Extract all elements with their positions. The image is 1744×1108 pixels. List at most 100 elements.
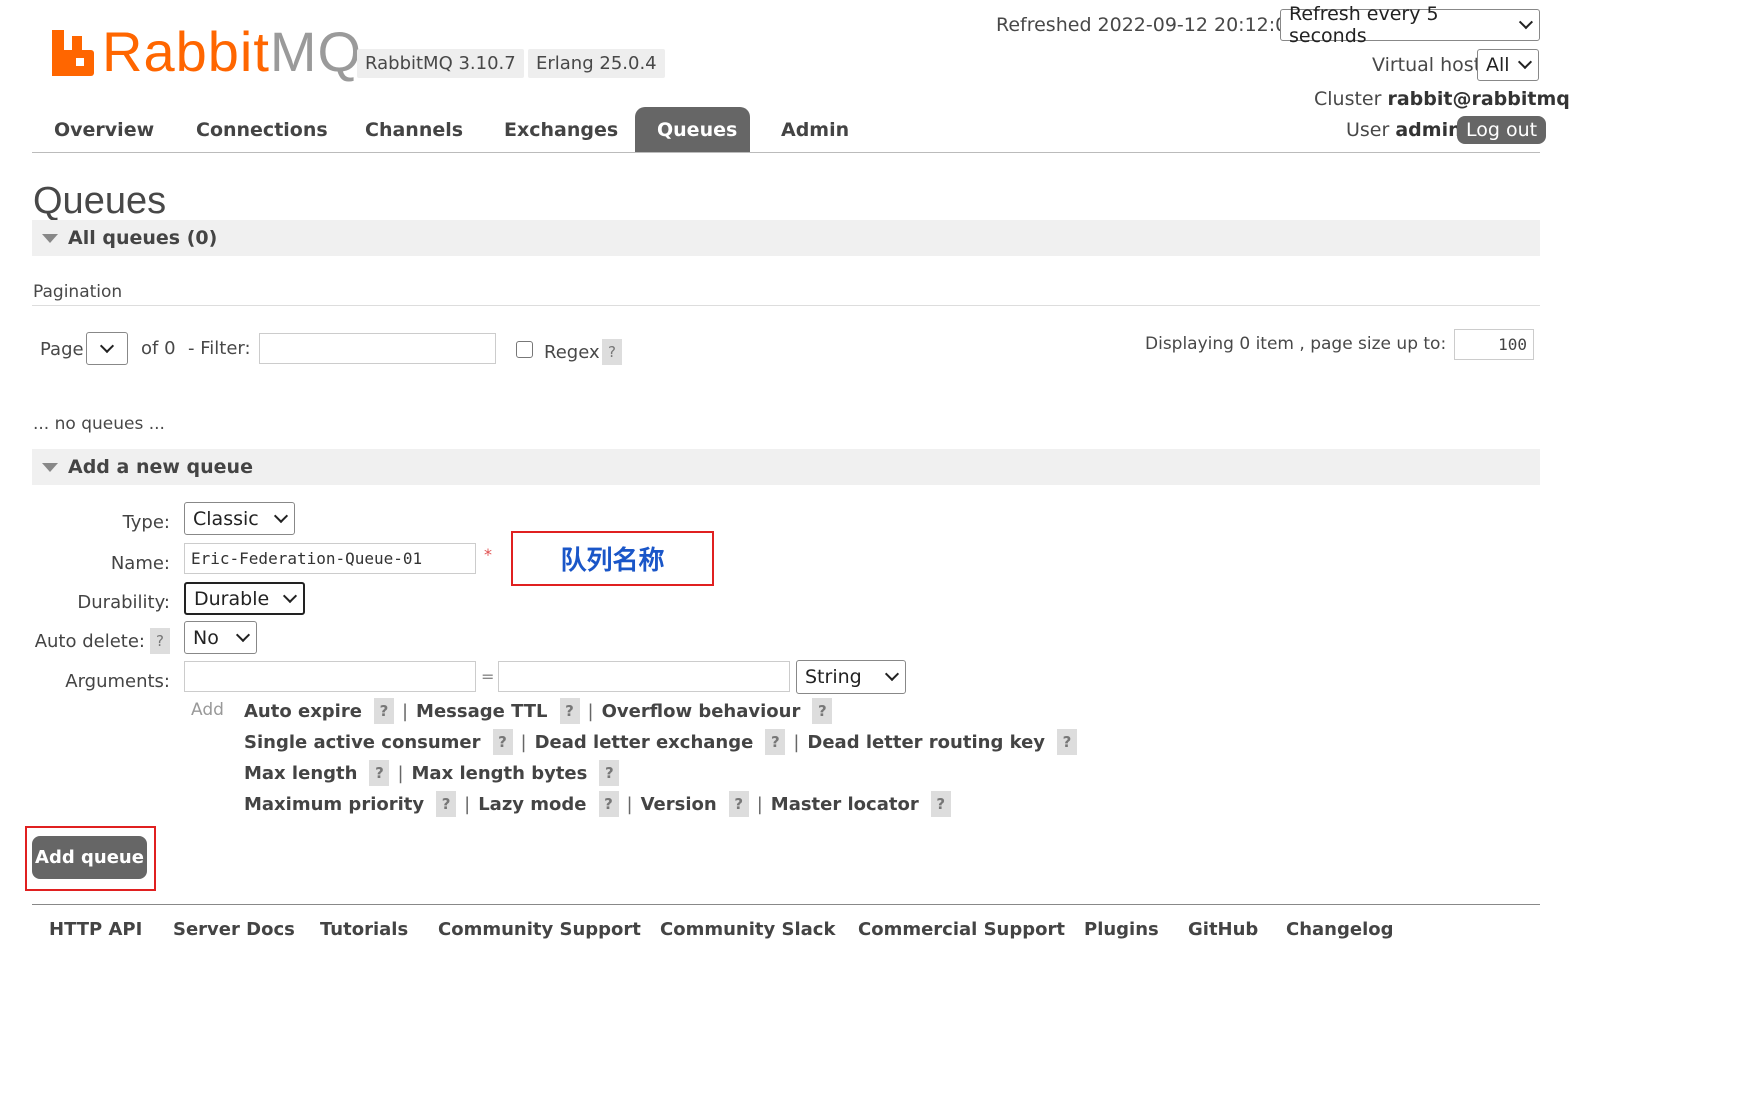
displaying-label: Displaying 0 item , page size up to:: [1145, 334, 1447, 354]
arg-lazy-mode[interactable]: Lazy mode: [478, 794, 586, 815]
arg-dead-letter-exchange[interactable]: Dead letter exchange: [535, 732, 754, 753]
single-active-consumer-help-icon[interactable]: ?: [492, 729, 513, 755]
durability-select[interactable]: Durable: [184, 582, 305, 615]
lazy-mode-help-icon[interactable]: ?: [598, 791, 619, 817]
tab-channels[interactable]: Channels: [343, 107, 485, 152]
divider: [32, 305, 1540, 306]
arg-single-active-consumer[interactable]: Single active consumer: [244, 732, 481, 753]
auto-delete-select[interactable]: No: [184, 621, 257, 654]
page-count: of 0: [141, 338, 176, 359]
message-ttl-help-icon[interactable]: ?: [559, 698, 580, 724]
filter-label: - Filter:: [188, 338, 251, 359]
footer-link-server-docs[interactable]: Server Docs: [173, 919, 295, 940]
type-value: Classic: [193, 507, 259, 530]
refreshed-timestamp: Refreshed 2022-09-12 20:12:04: [996, 14, 1300, 36]
overflow-behaviour-help-icon[interactable]: ?: [812, 698, 833, 724]
arg-auto-expire[interactable]: Auto expire: [244, 701, 362, 722]
page-size-input[interactable]: 100: [1454, 329, 1534, 360]
footer-link-changelog[interactable]: Changelog: [1286, 919, 1394, 940]
dead-letter-routing-key-help-icon[interactable]: ?: [1057, 729, 1078, 755]
footer-link-http-api[interactable]: HTTP API: [49, 919, 142, 940]
argument-type-select[interactable]: String: [796, 660, 906, 694]
virtual-host-select[interactable]: All: [1477, 49, 1539, 81]
page-select[interactable]: [86, 332, 128, 365]
separator: |: [464, 793, 471, 815]
type-label: Type:: [122, 512, 170, 533]
footer-link-tutorials[interactable]: Tutorials: [320, 919, 408, 940]
equals-sign: =: [481, 667, 495, 686]
add-queue-section-toggle[interactable]: Add a new queue: [32, 449, 1540, 485]
rabbit-logo-icon: [52, 30, 98, 76]
footer-link-github[interactable]: GitHub: [1188, 919, 1258, 940]
auto-delete-value: No: [193, 626, 219, 649]
arg-message-ttl[interactable]: Message TTL: [416, 701, 548, 722]
argument-shortcuts-row-4: Maximum priority ? | Lazy mode ? | Versi…: [244, 791, 951, 817]
rabbitmq-version-badge: RabbitMQ 3.10.7: [357, 49, 524, 78]
argument-value-input[interactable]: [498, 661, 790, 692]
arg-dead-letter-routing-key[interactable]: Dead letter routing key: [807, 732, 1045, 753]
chevron-down-icon: [1519, 15, 1534, 29]
separator: |: [520, 731, 527, 753]
auto-expire-help-icon[interactable]: ?: [373, 698, 394, 724]
virtual-host-label: Virtual host: [1372, 54, 1482, 76]
footer-link-community-slack[interactable]: Community Slack: [660, 919, 835, 940]
main-nav: Overview Connections Channels Exchanges …: [32, 107, 1540, 153]
page-title: Queues: [33, 180, 167, 222]
argument-shortcuts-row-3: Max length ? | Max length bytes ?: [244, 760, 620, 786]
argument-key-input[interactable]: [184, 661, 476, 692]
arg-overflow-behaviour[interactable]: Overflow behaviour: [602, 701, 801, 722]
durability-value: Durable: [194, 587, 270, 610]
arguments-label: Arguments:: [65, 671, 170, 692]
arg-version[interactable]: Version: [641, 794, 717, 815]
arg-max-length[interactable]: Max length: [244, 763, 357, 784]
argument-shortcuts-row-2: Single active consumer ? | Dead letter e…: [244, 729, 1078, 755]
footer: HTTP API Server Docs Tutorials Community…: [32, 904, 1540, 940]
chevron-down-icon: [273, 508, 289, 523]
rabbitmq-logo: RabbitMQ TM: [52, 22, 387, 82]
chevron-down-icon: [282, 588, 298, 603]
refresh-interval-select[interactable]: Refresh every 5 seconds: [1280, 3, 1540, 47]
regex-checkbox[interactable]: [516, 341, 533, 358]
logo-wordmark: RabbitMQ: [102, 20, 363, 83]
tab-overview[interactable]: Overview: [32, 107, 176, 152]
separator: |: [587, 700, 594, 722]
tab-admin[interactable]: Admin: [759, 107, 871, 152]
tab-connections[interactable]: Connections: [174, 107, 350, 152]
type-select[interactable]: Classic: [184, 502, 295, 535]
regex-label: Regex: [544, 342, 600, 363]
footer-link-commercial-support[interactable]: Commercial Support: [858, 919, 1065, 940]
filter-input[interactable]: [259, 333, 496, 364]
max-length-bytes-help-icon[interactable]: ?: [599, 760, 620, 786]
chevron-down-icon: [235, 627, 251, 642]
maximum-priority-help-icon[interactable]: ?: [436, 791, 457, 817]
add-argument-label: Add: [191, 700, 224, 720]
auto-delete-help-icon[interactable]: ?: [150, 628, 170, 654]
pagination-label: Pagination: [33, 282, 123, 302]
version-help-icon[interactable]: ?: [728, 791, 749, 817]
queue-name-input[interactable]: Eric-Federation-Queue-01: [184, 543, 476, 574]
regex-help-icon[interactable]: ?: [602, 339, 622, 365]
collapse-triangle-icon: [42, 233, 58, 243]
separator: |: [756, 793, 763, 815]
footer-link-plugins[interactable]: Plugins: [1084, 919, 1159, 940]
name-label: Name:: [110, 553, 170, 574]
add-queue-button[interactable]: Add queue: [32, 836, 147, 879]
collapse-triangle-icon: [42, 462, 58, 472]
separator: |: [397, 762, 404, 784]
master-locator-help-icon[interactable]: ?: [930, 791, 951, 817]
arg-maximum-priority[interactable]: Maximum priority: [244, 794, 424, 815]
arg-master-locator[interactable]: Master locator: [771, 794, 919, 815]
auto-delete-label: Auto delete:: [34, 631, 145, 652]
virtual-host-value: All: [1486, 54, 1510, 76]
all-queues-header: All queues (0): [68, 227, 218, 249]
page-label: Page: [40, 339, 84, 360]
tab-exchanges[interactable]: Exchanges: [482, 107, 640, 152]
footer-link-community-support[interactable]: Community Support: [438, 919, 641, 940]
erlang-version-badge: Erlang 25.0.4: [528, 49, 665, 78]
arg-max-length-bytes[interactable]: Max length bytes: [412, 763, 588, 784]
max-length-help-icon[interactable]: ?: [369, 760, 390, 786]
dead-letter-exchange-help-icon[interactable]: ?: [765, 729, 786, 755]
all-queues-section-toggle[interactable]: All queues (0): [32, 220, 1540, 256]
tab-queues[interactable]: Queues: [635, 107, 750, 152]
separator: |: [793, 731, 800, 753]
